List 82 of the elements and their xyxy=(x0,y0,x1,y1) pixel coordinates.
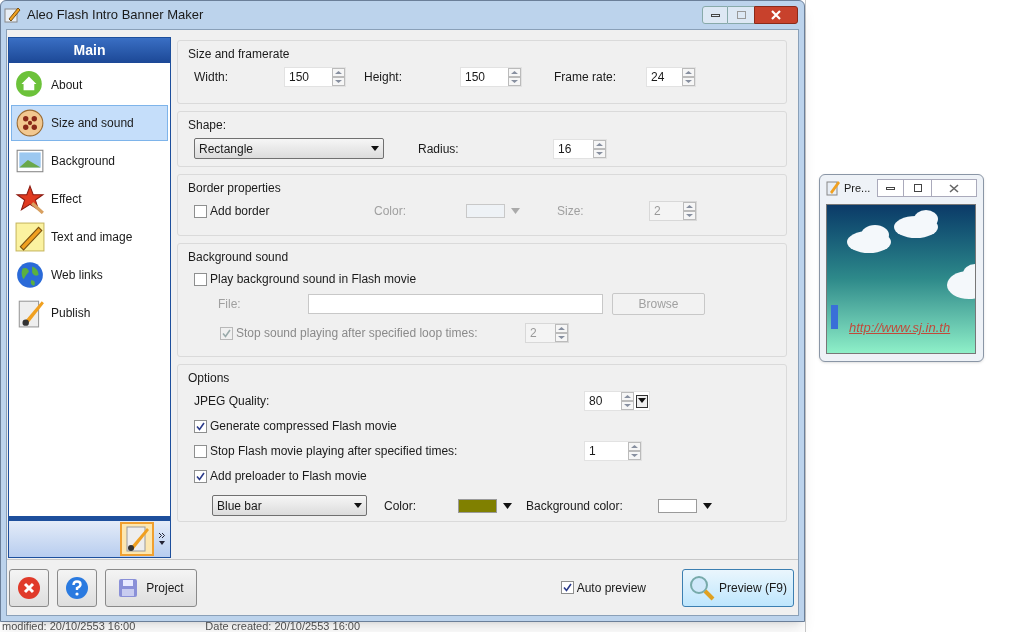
bar-drawing xyxy=(831,305,838,329)
close-icon xyxy=(17,575,41,600)
spin-arrows-icon[interactable] xyxy=(332,68,345,86)
status-text: Date created: 20/10/2553 16:00 xyxy=(205,620,361,632)
sidebar-item[interactable]: Publish xyxy=(11,295,168,331)
preview-button[interactable]: Preview (F9) xyxy=(682,568,794,607)
dropdown[interactable]: Blue bar xyxy=(212,495,367,516)
minimize-button[interactable] xyxy=(877,179,904,197)
close-icon xyxy=(771,10,781,20)
checkbox-label: Stop sound playing after specified loop times: xyxy=(236,325,478,342)
chevron-icon[interactable] xyxy=(158,532,166,546)
number-field[interactable]: 24 xyxy=(646,67,696,87)
home-icon xyxy=(15,70,45,100)
caret-icon[interactable] xyxy=(503,502,512,509)
help-button[interactable] xyxy=(57,568,97,607)
section-title: Options xyxy=(188,370,231,385)
checkbox-label: Generate compressed Flash movie xyxy=(210,418,397,435)
checkbox[interactable] xyxy=(194,419,207,433)
checkbox-label: Add border xyxy=(210,203,270,220)
pencil-icon xyxy=(15,222,45,252)
close-button[interactable] xyxy=(754,6,798,24)
window-title: Pre... xyxy=(844,180,871,196)
spin-arrows-icon[interactable] xyxy=(593,139,606,158)
field-label: Color: xyxy=(384,497,417,515)
color-swatch[interactable] xyxy=(458,498,497,513)
maximize-button[interactable] xyxy=(904,179,931,197)
checkbox[interactable] xyxy=(194,444,207,458)
window-title: Aleo Flash Intro Banner Maker xyxy=(27,6,204,25)
close-button[interactable] xyxy=(931,179,977,197)
splitter-handle[interactable] xyxy=(9,516,170,521)
section-title: Size and framerate xyxy=(188,46,291,61)
section-title: Border properties xyxy=(188,180,282,195)
checkbox[interactable] xyxy=(194,469,207,483)
caret-icon[interactable] xyxy=(703,502,712,509)
pencil-icon xyxy=(826,180,840,196)
minimize-button[interactable] xyxy=(702,6,728,24)
number-field[interactable]: 80 xyxy=(584,391,650,411)
field-label: Background color: xyxy=(526,497,624,515)
sidebar-item[interactable]: Background xyxy=(11,143,168,179)
number-field[interactable]: 150 xyxy=(460,67,522,87)
project-button[interactable]: Project xyxy=(105,568,197,607)
field-label: Height: xyxy=(364,69,404,86)
sidebar-item[interactable]: Effect xyxy=(11,181,168,217)
film-reel-icon xyxy=(15,108,45,138)
magnifier-icon xyxy=(689,574,715,601)
status-text: modified: 20/10/2553 16:00 xyxy=(2,620,136,632)
caret-icon xyxy=(354,503,362,508)
pencil-icon xyxy=(3,6,21,24)
spin-arrows-icon[interactable] xyxy=(682,68,695,86)
caret-icon xyxy=(371,146,379,151)
close-icon xyxy=(949,183,959,193)
sidebar-item[interactable]: About xyxy=(11,67,168,103)
sidebar-header: Main xyxy=(9,38,170,63)
brush-icon[interactable] xyxy=(120,522,154,556)
help-icon xyxy=(65,575,89,600)
field-label: File: xyxy=(218,296,242,313)
number-field[interactable]: 1 xyxy=(584,441,642,461)
star-icon xyxy=(15,184,45,214)
dropdown[interactable]: Rectangle xyxy=(194,138,384,159)
checkbox-label: Add preloader to Flash movie xyxy=(210,468,367,485)
sidebar-item[interactable]: Web links xyxy=(11,257,168,293)
sidebar-item[interactable]: Text and image xyxy=(11,219,168,255)
color-swatch[interactable] xyxy=(658,498,697,513)
field-label: Frame rate: xyxy=(554,69,617,86)
number-field[interactable]: 150 xyxy=(284,67,346,87)
checkbox-label: Stop Flash movie playing after specified times: xyxy=(210,443,458,460)
field-label: JPEG Quality: xyxy=(194,393,271,410)
spin-arrows-icon[interactable] xyxy=(508,68,521,86)
field-label: Size: xyxy=(557,203,585,220)
spin-arrows-icon[interactable] xyxy=(628,442,641,460)
number-field[interactable]: 16 xyxy=(553,138,607,159)
field-label: Radius: xyxy=(418,140,460,158)
field-label: Color: xyxy=(374,203,407,220)
section-title: Shape: xyxy=(188,117,228,132)
section-title: Background sound xyxy=(188,249,290,264)
sidebar-item[interactable]: Size and sound xyxy=(11,105,168,141)
checkbox-label: Auto preview xyxy=(576,579,646,597)
checkbox-label: Play background sound in Flash movie xyxy=(210,271,417,288)
field-label: Width: xyxy=(194,69,229,86)
globe-icon xyxy=(15,260,45,290)
close-button[interactable] xyxy=(9,568,49,607)
checkbox[interactable] xyxy=(560,581,574,594)
